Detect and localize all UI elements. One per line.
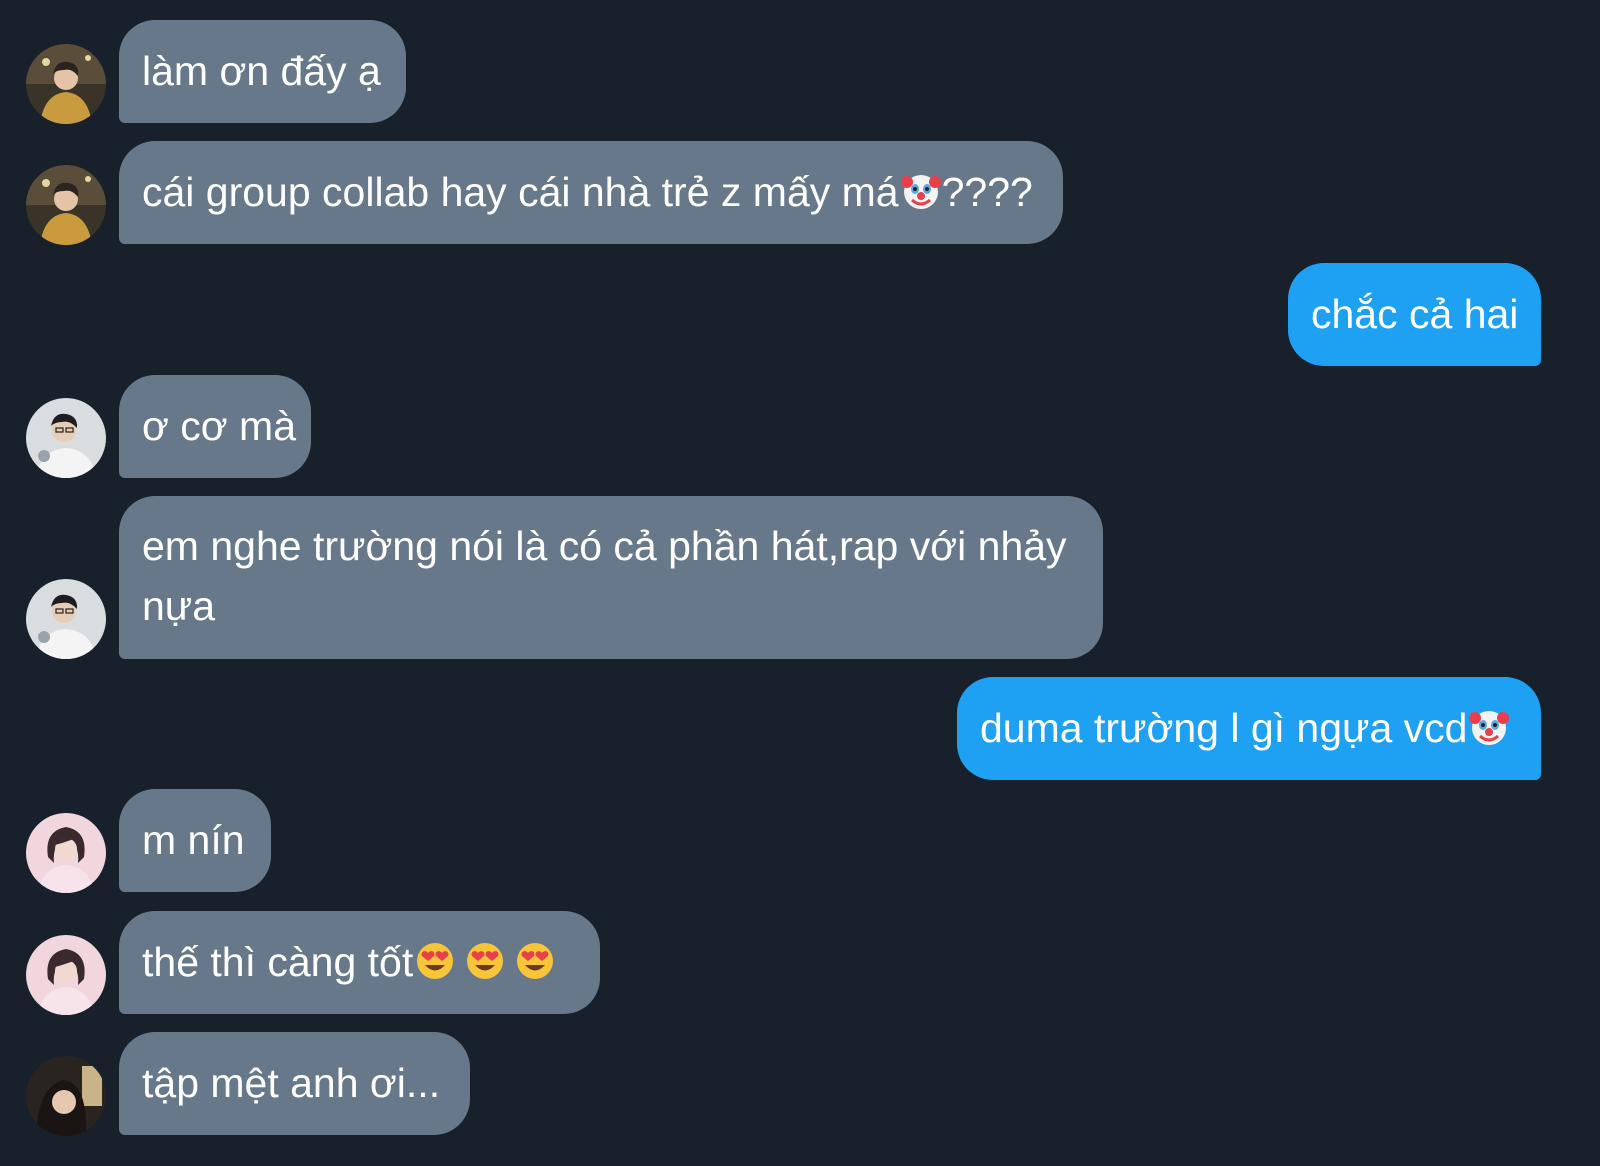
avatar-user2-image [26, 398, 106, 478]
message-text: cái group collab hay cái nhà trẻ z mấy m… [142, 169, 899, 215]
heart-eyes-face-icon [414, 940, 456, 982]
message-bubble-incoming[interactable]: cái group collab hay cái nhà trẻ z mấy m… [119, 141, 1063, 244]
message-bubble-outgoing[interactable]: chắc cả hai [1288, 263, 1541, 366]
avatar-user1[interactable] [26, 165, 106, 245]
avatar-user4-image [26, 1056, 106, 1136]
message-text: chắc cả hai [1311, 291, 1519, 337]
message-bubble-incoming[interactable]: ơ cơ mà [119, 375, 311, 478]
avatar-user2-image [26, 579, 106, 659]
heart-eyes-face-icon [514, 940, 556, 982]
avatar-user2[interactable] [26, 398, 106, 478]
message-text: m nín [142, 817, 245, 863]
avatar-user3[interactable] [26, 813, 106, 893]
message-bubble-incoming[interactable]: thế thì càng tốt [119, 911, 600, 1014]
message-text: tập mệt anh ơi... [142, 1060, 441, 1106]
chat-thread: làm ơn đấy ạ cái group collab hay cái nh… [0, 0, 1600, 1166]
message-bubble-outgoing[interactable]: duma trường l gì ngựa vcd [957, 677, 1541, 780]
clown-face-icon [1468, 706, 1510, 748]
avatar-user4[interactable] [26, 1056, 106, 1136]
message-text: thế thì càng tốt [142, 939, 414, 985]
avatar-user3-image [26, 935, 106, 1015]
avatar-user1[interactable] [26, 44, 106, 124]
heart-eyes-face-icon [464, 940, 506, 982]
avatar-user3[interactable] [26, 935, 106, 1015]
avatar-user1-image [26, 44, 106, 124]
message-bubble-incoming[interactable]: em nghe trường nói là có cả phần hát,rap… [119, 496, 1103, 659]
avatar-user1-image [26, 165, 106, 245]
message-bubble-incoming[interactable]: tập mệt anh ơi... [119, 1032, 470, 1135]
clown-face-icon [900, 170, 942, 212]
message-bubble-incoming[interactable]: làm ơn đấy ạ [119, 20, 406, 123]
message-text: duma trường l gì ngựa vcd [980, 705, 1468, 751]
message-suffix: ???? [941, 169, 1033, 215]
message-bubble-incoming[interactable]: m nín [119, 789, 271, 892]
message-text: làm ơn đấy ạ [142, 48, 381, 94]
message-text: em nghe trường nói là có cả phần hát,rap… [142, 523, 1067, 629]
avatar-user2[interactable] [26, 579, 106, 659]
message-text: ơ cơ mà [142, 403, 297, 449]
avatar-user3-image [26, 813, 106, 893]
